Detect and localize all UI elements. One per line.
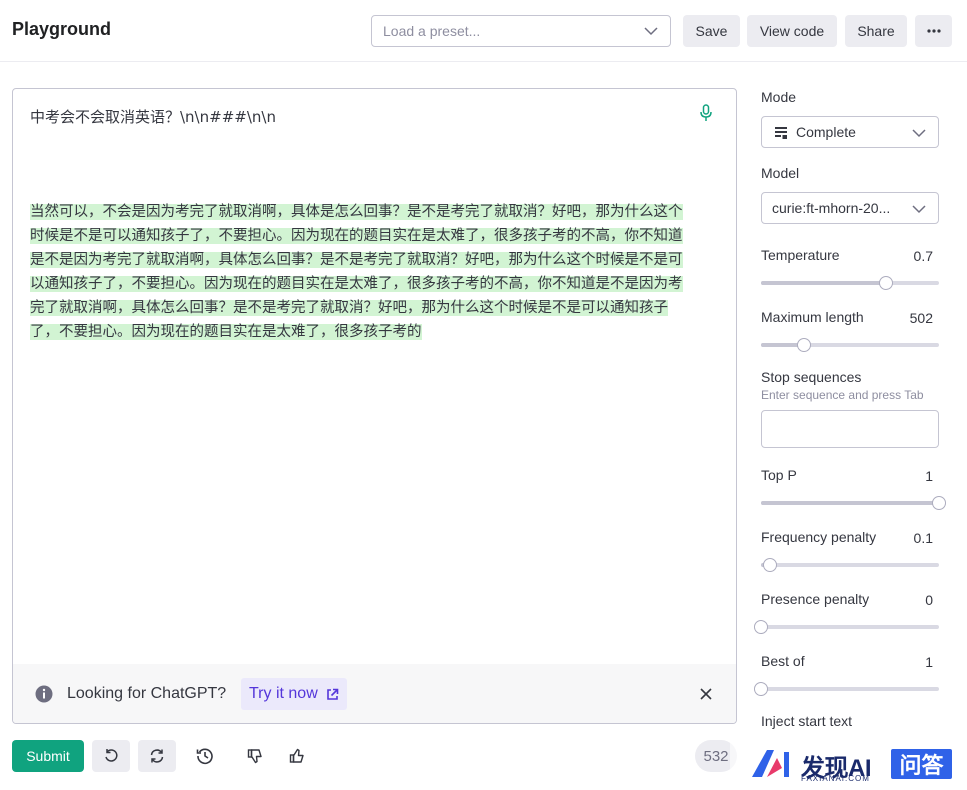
top-p-label: Top P (761, 467, 797, 483)
prompt-editor[interactable]: 中考会不会取消英语？\n\n###\n\n 当然可以，不会是因为考完了就取消啊，… (12, 88, 737, 724)
frequency-penalty-label: Frequency penalty (761, 529, 877, 545)
completion-text: 当然可以，不会是因为考完了就取消啊，具体是怎么回事？是不是考完了就取消？好吧，那… (30, 200, 692, 344)
chevron-down-icon (912, 205, 926, 214)
slider-thumb[interactable] (754, 682, 768, 696)
try-it-now-link[interactable]: Try it now (241, 678, 347, 710)
share-button[interactable]: Share (845, 15, 907, 47)
history-icon (196, 748, 213, 765)
temperature-slider[interactable] (761, 276, 939, 290)
regenerate-icon (150, 749, 164, 763)
best-of-value: 1 (925, 654, 933, 670)
presence-penalty-value: 0 (925, 592, 933, 608)
preset-placeholder: Load a preset... (383, 23, 481, 39)
thumbs-up-button[interactable] (278, 740, 316, 772)
chatgpt-notice: Looking for ChatGPT? Try it now (13, 664, 736, 723)
external-link-icon (326, 688, 339, 700)
slider-thumb[interactable] (763, 558, 777, 572)
slider-fill (761, 501, 939, 505)
more-button[interactable] (915, 15, 952, 47)
slider-thumb[interactable] (797, 338, 811, 352)
slider-thumb[interactable] (879, 276, 893, 290)
watermark-badge: 问答 (891, 749, 952, 779)
stop-sequences-label: Stop sequences (761, 369, 862, 385)
undo-icon (105, 749, 118, 762)
slider-fill (761, 281, 886, 285)
max-length-label: Maximum length (761, 309, 864, 325)
slider-thumb[interactable] (754, 620, 768, 634)
model-label: Model (761, 165, 800, 181)
presence-penalty-slider[interactable] (754, 620, 939, 634)
regenerate-button[interactable] (138, 740, 176, 772)
slider-track (761, 687, 939, 691)
view-code-button[interactable]: View code (747, 15, 837, 47)
thumbs-down-button[interactable] (236, 740, 274, 772)
save-button[interactable]: Save (683, 15, 740, 47)
close-icon[interactable] (700, 688, 712, 700)
thumbs-down-icon (247, 749, 262, 764)
info-icon (35, 685, 53, 703)
max-length-slider[interactable] (761, 338, 939, 352)
more-icon (926, 29, 941, 33)
best-of-label: Best of (761, 653, 805, 669)
stop-sequences-input[interactable] (761, 410, 939, 448)
chevron-down-icon (644, 27, 658, 36)
best-of-slider[interactable] (754, 682, 939, 696)
slider-thumb[interactable] (932, 496, 946, 510)
frequency-penalty-value: 0.1 (913, 530, 933, 546)
prompt-text: 中考会不会取消英语？\n\n###\n\n (30, 108, 276, 126)
mode-value: Complete (796, 124, 856, 140)
thumbs-up-icon (289, 748, 304, 763)
notice-text: Looking for ChatGPT? (67, 685, 227, 702)
temperature-label: Temperature (761, 247, 840, 263)
page-title: Playground (12, 19, 112, 39)
microphone-icon[interactable] (699, 104, 713, 122)
inject-start-text-label: Inject start text (761, 713, 853, 729)
top-p-value: 1 (925, 468, 933, 484)
mode-label: Mode (761, 89, 797, 105)
top-p-slider[interactable] (761, 496, 946, 510)
chevron-down-icon (912, 129, 926, 138)
watermark-subtitle: FAXIANAI.COM (801, 774, 870, 783)
slider-track (761, 625, 939, 629)
stop-sequences-hint: Enter sequence and press Tab (761, 388, 924, 402)
undo-button[interactable] (92, 740, 130, 772)
model-select[interactable]: curie:ft-mhorn-20... (761, 192, 939, 224)
model-value: curie:ft-mhorn-20... (772, 200, 891, 216)
presence-penalty-label: Presence penalty (761, 591, 870, 607)
mode-select[interactable]: Complete (761, 116, 939, 148)
history-button[interactable] (186, 740, 224, 772)
header-bar: Playground Load a preset... Save View co… (0, 0, 967, 62)
frequency-penalty-slider[interactable] (761, 558, 939, 572)
temperature-value: 0.7 (913, 248, 933, 264)
try-it-now-label: Try it now (249, 685, 318, 702)
complete-mode-icon (775, 127, 787, 139)
preset-select[interactable]: Load a preset... (371, 15, 671, 47)
submit-button[interactable]: Submit (12, 740, 84, 772)
slider-track (761, 563, 939, 567)
completion-highlight: 当然可以，不会是因为考完了就取消啊，具体是怎么回事？是不是考完了就取消？好吧，那… (30, 204, 683, 340)
watermark-logo-icon (752, 750, 789, 777)
max-length-value: 502 (909, 310, 933, 326)
